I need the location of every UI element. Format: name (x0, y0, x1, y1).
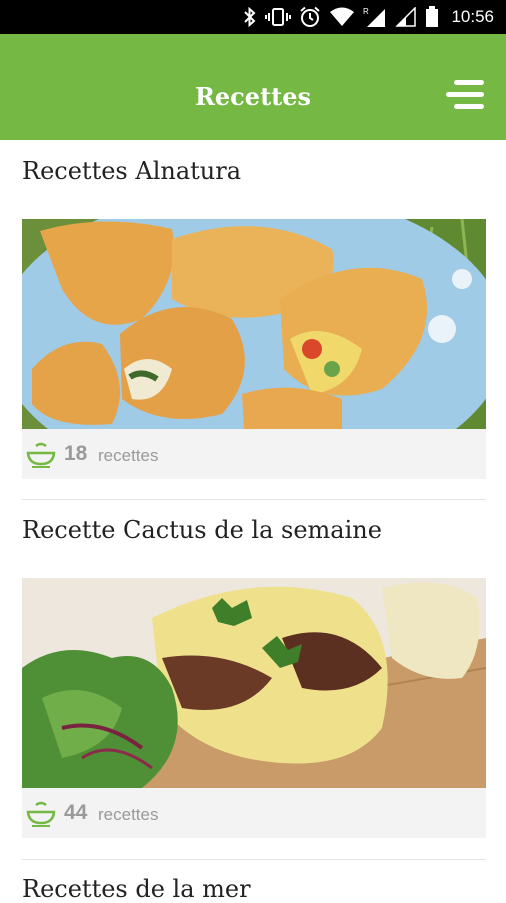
card-footer: 18 recettes (22, 429, 486, 479)
section-divider (22, 499, 486, 500)
recipe-count: 44 (64, 801, 88, 824)
page-title: Recettes (194, 82, 312, 111)
signal-icon (395, 7, 417, 27)
bowl-icon (26, 801, 56, 827)
battery-icon (426, 6, 439, 27)
signal-r-icon: R (363, 7, 386, 27)
recipe-count-label: recettes (98, 805, 159, 824)
section-title: Recettes de la mer (22, 875, 251, 903)
alarm-icon (300, 6, 321, 27)
app-bar: Recettes (0, 34, 506, 140)
svg-text:R: R (363, 7, 369, 16)
bowl-icon (26, 442, 56, 468)
status-time: 10:56 (451, 7, 494, 26)
recipe-count: 18 (64, 442, 88, 465)
card-footer: 44 recettes (22, 788, 486, 838)
status-bar: R 10:56 (0, 0, 506, 34)
menu-button[interactable] (446, 80, 484, 110)
section-divider (22, 859, 486, 860)
wifi-icon (330, 7, 355, 26)
bluetooth-icon (244, 7, 256, 27)
empanadas-photo[interactable] (22, 219, 486, 429)
section-title: Recette Cactus de la semaine (22, 516, 382, 544)
vibrate-icon (265, 8, 292, 26)
recipe-count-label: recettes (98, 446, 159, 465)
gratin-salad-photo[interactable] (22, 578, 486, 788)
section-title: Recettes Alnatura (22, 157, 242, 185)
